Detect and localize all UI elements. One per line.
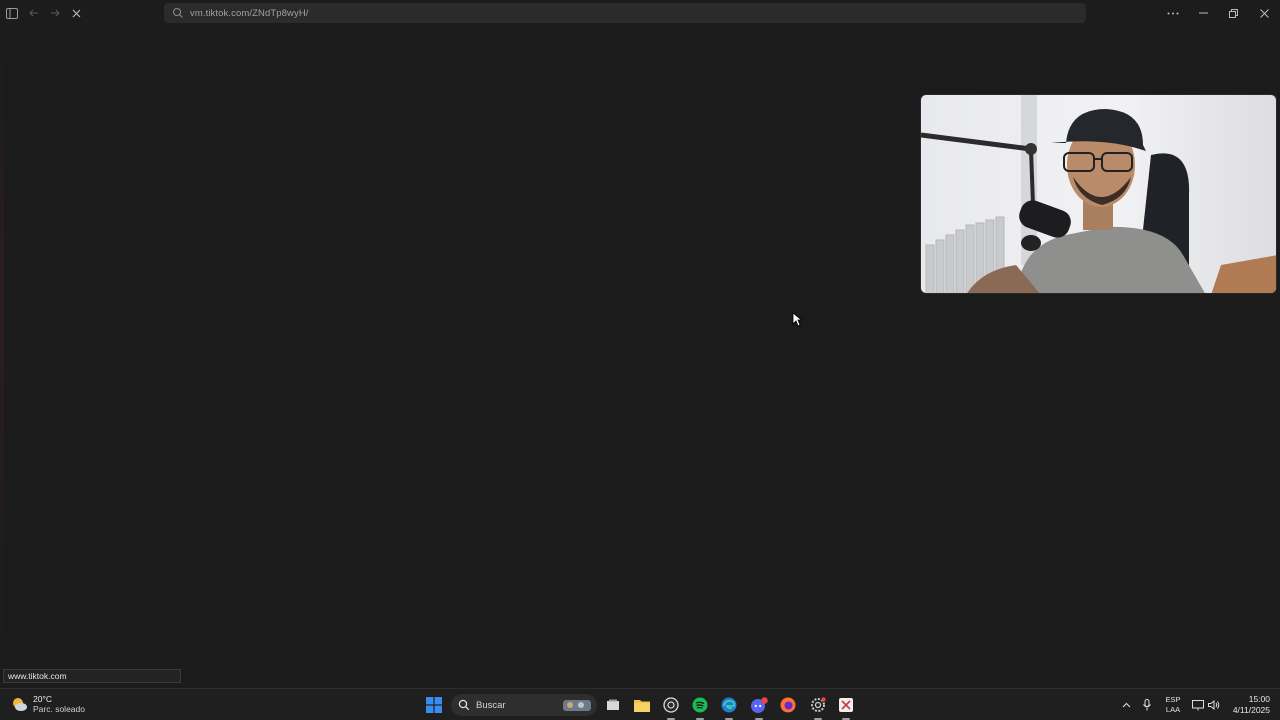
- address-bar[interactable]: vm.tiktok.com/ZNdTp8wyH/: [164, 3, 1086, 23]
- snipping-tool-icon[interactable]: [836, 695, 856, 715]
- clock-time: 15:00: [1248, 694, 1270, 704]
- taskbar: 20°C Parc. soleado Buscar ESP LAA 15:00 …: [0, 688, 1280, 720]
- restore-icon[interactable]: [1218, 4, 1248, 22]
- system-clock[interactable]: 15:00 4/11/2025: [1222, 694, 1270, 716]
- status-link-preview: www.tiktok.com: [3, 669, 181, 683]
- clock-date: 4/11/2025: [1232, 705, 1270, 715]
- windows-start-icon[interactable]: [424, 695, 444, 715]
- spotify-icon[interactable]: [690, 695, 710, 715]
- search-icon: [172, 7, 183, 18]
- chevron-up-icon[interactable]: [1116, 695, 1136, 715]
- search-highlight-icon: [563, 700, 591, 711]
- task-view-icon[interactable]: [603, 695, 623, 715]
- back-arrow-icon[interactable]: [26, 5, 42, 21]
- search-icon: [458, 699, 470, 711]
- firefox-icon[interactable]: [778, 695, 798, 715]
- taskbar-search[interactable]: Buscar: [451, 694, 597, 716]
- close-icon[interactable]: [1249, 4, 1279, 22]
- webcam-person-image: [921, 95, 1276, 293]
- microphone-icon[interactable]: [1137, 695, 1157, 715]
- search-label: Buscar: [476, 699, 506, 711]
- partly-sunny-icon: [13, 698, 27, 711]
- minimize-icon[interactable]: [1188, 4, 1218, 22]
- keyboard-layout: LAA: [1165, 705, 1181, 714]
- settings-gear-icon[interactable]: [808, 695, 828, 715]
- forward-arrow-icon[interactable]: [47, 5, 63, 21]
- more-options-icon[interactable]: [1158, 4, 1188, 22]
- mouse-cursor-icon: [792, 312, 802, 327]
- weather-temp: 20°C: [33, 694, 52, 704]
- webcam-overlay: [920, 94, 1277, 294]
- language-indicator[interactable]: ESP LAA: [1163, 695, 1183, 715]
- edge-browser-icon[interactable]: [719, 695, 739, 715]
- window-edge: [0, 26, 4, 688]
- volume-icon[interactable]: [1204, 695, 1224, 715]
- weather-condition: Parc. soleado: [33, 704, 85, 714]
- file-explorer-icon[interactable]: [632, 695, 652, 715]
- browser-toolbar: vm.tiktok.com/ZNdTp8wyH/: [0, 0, 1280, 26]
- sidebar-toggle-icon[interactable]: [4, 5, 20, 21]
- obs-app-icon[interactable]: [661, 695, 681, 715]
- weather-widget[interactable]: 20°C Parc. soleado: [10, 694, 85, 714]
- language-code: ESP: [1165, 695, 1181, 704]
- url-text: vm.tiktok.com/ZNdTp8wyH/: [190, 7, 309, 19]
- stop-loading-icon[interactable]: [68, 5, 84, 21]
- discord-icon[interactable]: [749, 695, 769, 715]
